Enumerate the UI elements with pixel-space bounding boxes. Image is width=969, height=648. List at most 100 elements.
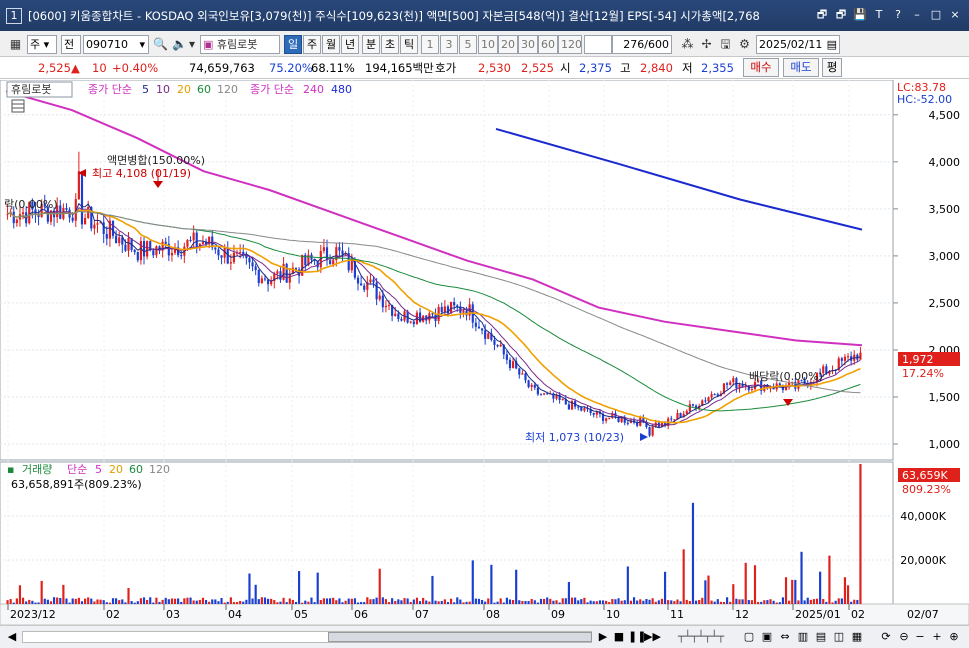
indicator-icon[interactable]: ⁂ bbox=[679, 36, 696, 53]
volume-bar bbox=[285, 602, 288, 604]
tab-year[interactable]: 년 bbox=[341, 35, 359, 54]
tab-week[interactable]: 주 bbox=[303, 35, 321, 54]
volume-bar bbox=[512, 599, 515, 604]
interval-60[interactable]: 60 bbox=[538, 35, 558, 54]
close-icon[interactable]: × bbox=[947, 8, 963, 23]
interval-3[interactable]: 3 bbox=[440, 35, 458, 54]
x-tick-label: 10 bbox=[606, 608, 620, 621]
volume-bar bbox=[406, 598, 409, 604]
calendar-icon[interactable]: ▤ bbox=[827, 36, 837, 53]
display-count[interactable]: 276/600 bbox=[612, 35, 672, 54]
save-window-icon[interactable]: 💾 bbox=[852, 8, 868, 23]
gear-icon[interactable]: ⚙ bbox=[736, 36, 753, 53]
crosshair-icon[interactable]: ✢ bbox=[698, 36, 715, 53]
fast-forward-icon[interactable]: ▶▶ bbox=[644, 629, 661, 645]
candle-body bbox=[670, 418, 673, 420]
refresh-icon[interactable]: ⟳ bbox=[878, 629, 894, 645]
x-tick-label: 08 bbox=[486, 608, 500, 621]
interval-30[interactable]: 30 bbox=[518, 35, 538, 54]
maximize-icon[interactable]: □ bbox=[928, 8, 944, 23]
period-select[interactable]: 주 ▾ bbox=[27, 35, 57, 54]
candle-body bbox=[846, 356, 850, 358]
interval-1[interactable]: 1 bbox=[421, 35, 439, 54]
minimize-icon[interactable]: – bbox=[909, 8, 925, 23]
low-price: 2,355 bbox=[701, 61, 734, 75]
chart-scrollbar[interactable]: ◀ ▶ ■ ❚❚ ▶▶ ┬┴┬┴┬┴┬ ▢ ▣ ⇔ ▥ ▤ ◫ ▦ ⟳ ⊖ − … bbox=[0, 625, 969, 648]
zoom-area-icon[interactable]: ▢ bbox=[741, 629, 757, 645]
volume-bar bbox=[189, 597, 192, 604]
interval-20[interactable]: 20 bbox=[498, 35, 518, 54]
panel-icon[interactable]: ▤ bbox=[813, 629, 829, 645]
custom-interval-input[interactable] bbox=[584, 35, 612, 54]
stock-name-field[interactable]: ▣ 휴림로봇 bbox=[200, 35, 280, 54]
tab-day[interactable]: 일 bbox=[284, 35, 302, 54]
ask-label: 호가 bbox=[435, 61, 457, 75]
buy-button[interactable]: 매수 bbox=[743, 58, 779, 77]
help-icon[interactable]: ? bbox=[890, 8, 906, 23]
volume-value: 63,658,891주(809.23%) bbox=[11, 478, 142, 491]
average-button[interactable]: 평 bbox=[822, 58, 842, 77]
volume-bar bbox=[161, 599, 164, 604]
stop-icon[interactable]: ■ bbox=[612, 629, 626, 645]
sound-dropdown-icon[interactable]: ▾ bbox=[186, 36, 198, 53]
candle-body bbox=[105, 233, 108, 239]
price-change: 10 bbox=[92, 61, 107, 75]
price-chart-svg[interactable]: 4,5004,0003,5003,0002,5002,0001,5001,000… bbox=[0, 79, 969, 626]
window-number[interactable]: 1 bbox=[6, 7, 22, 24]
scroll-thumb[interactable] bbox=[328, 632, 592, 642]
copy-window-icon[interactable]: 🗗 bbox=[833, 8, 849, 23]
sell-button[interactable]: 매도 bbox=[783, 58, 819, 77]
date-input[interactable]: 2025/02/11 ▤ bbox=[756, 35, 840, 54]
play-icon[interactable]: ▶ bbox=[596, 629, 610, 645]
scroll-track[interactable] bbox=[22, 631, 592, 643]
volume-bar bbox=[366, 597, 369, 604]
tab-second[interactable]: 초 bbox=[381, 35, 399, 54]
indicator-settings-icon[interactable]: ▦ bbox=[849, 629, 865, 645]
candle-body bbox=[239, 251, 242, 253]
save-icon[interactable]: 🖫 bbox=[717, 36, 734, 53]
layout-icon[interactable]: ▣ bbox=[759, 629, 775, 645]
volume-bar bbox=[34, 602, 37, 604]
candle-body bbox=[431, 313, 434, 315]
bar-chart-icon[interactable]: ▥ bbox=[795, 629, 811, 645]
y-axis-ticks: 4,5004,0003,5003,0002,5002,0001,5001,000 bbox=[893, 109, 960, 451]
speed-slider[interactable]: ┬┴┬┴┬┴┬ bbox=[666, 629, 736, 645]
tab-month[interactable]: 월 bbox=[322, 35, 340, 54]
candle-body bbox=[533, 384, 536, 388]
pause-icon[interactable]: ❚❚ bbox=[628, 629, 646, 645]
volume-bar bbox=[397, 599, 400, 604]
chart-area[interactable]: 4,500 4,000 3,500 3,000 2,500 2,000 1,500 1,000… bbox=[0, 79, 969, 626]
candle-body bbox=[713, 394, 716, 396]
candle-body bbox=[325, 247, 329, 261]
mode-select[interactable]: 전 bbox=[61, 35, 81, 54]
zoom-out-icon[interactable]: ⊖ bbox=[896, 629, 912, 645]
scroll-left-icon[interactable]: ◀ bbox=[5, 629, 19, 645]
interval-120[interactable]: 120 bbox=[558, 35, 582, 54]
volume-bar bbox=[6, 600, 9, 604]
volume-bar bbox=[332, 597, 335, 604]
plus-icon[interactable]: + bbox=[930, 629, 944, 645]
tab-tick[interactable]: 틱 bbox=[400, 35, 418, 54]
chart-toolbar: ▦ 주 ▾ 전 090710 ▾ 🔍 🔈 ▾ ▣ 휴림로봇 일 주 월 년 분 초… bbox=[0, 31, 969, 57]
interval-10[interactable]: 10 bbox=[478, 35, 498, 54]
candle-body bbox=[96, 223, 99, 225]
volume-bar bbox=[201, 597, 205, 604]
candle-body bbox=[124, 244, 127, 251]
candle-body bbox=[484, 330, 487, 339]
grid-menu-icon[interactable]: ▦ bbox=[7, 36, 24, 53]
data-table-icon[interactable] bbox=[11, 99, 25, 113]
volume-bar bbox=[815, 598, 819, 604]
chevron-down-icon[interactable]: ▾ bbox=[139, 36, 145, 53]
font-icon[interactable]: T bbox=[871, 8, 887, 23]
tab-minute[interactable]: 분 bbox=[362, 35, 380, 54]
zoom-in-icon[interactable]: ⊕ bbox=[946, 629, 962, 645]
split-view-icon[interactable]: ◫ bbox=[831, 629, 847, 645]
search-icon[interactable]: 🔍 bbox=[152, 36, 169, 53]
minus-icon[interactable]: − bbox=[913, 629, 927, 645]
compare-icon[interactable]: ⇔ bbox=[777, 629, 793, 645]
interval-5[interactable]: 5 bbox=[459, 35, 477, 54]
stock-code-input[interactable]: 090710 ▾ bbox=[83, 35, 149, 54]
volume-tag: 63,659K bbox=[902, 469, 948, 482]
link-window-icon[interactable]: 🗗 bbox=[814, 8, 830, 23]
volume-bar bbox=[217, 601, 220, 604]
